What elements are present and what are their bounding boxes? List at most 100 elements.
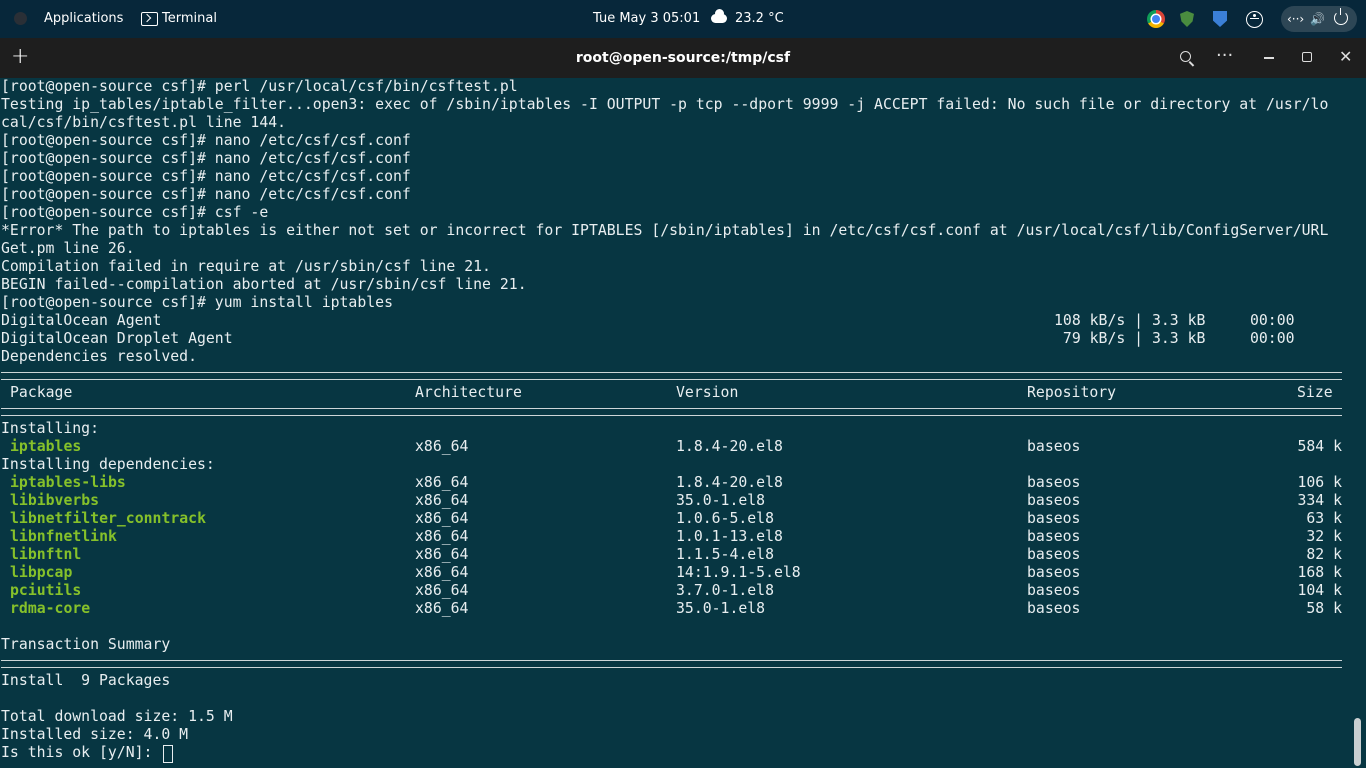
minimize-icon[interactable] [1264, 57, 1274, 59]
search-icon[interactable] [1180, 51, 1191, 62]
output-line: Testing ip_tables/iptable_filter...open3… [1, 96, 1329, 113]
package-name: libnftnl [10, 546, 82, 563]
output-line: *Error* The path to iptables is either n… [1, 222, 1329, 239]
package-name: iptables-libs [10, 474, 126, 491]
output-line: [root@open-source csf]# yum install ipta… [1, 294, 393, 311]
package-size: 82 k [1306, 546, 1342, 563]
package-size: 32 k [1306, 528, 1342, 545]
package-arch: x86_64 [415, 546, 469, 563]
output-line: [root@open-source csf]# perl /usr/local/… [1, 78, 518, 95]
package-name: iptables [10, 438, 82, 455]
package-version: 1.8.4-20.el8 [676, 438, 783, 455]
total-download-size: Total download size: 1.5 M [1, 708, 233, 725]
top-bar: Applications Terminal Tue May 3 05:01 23… [0, 0, 1366, 38]
power-icon [1334, 8, 1348, 25]
applications-menu[interactable]: Applications [44, 0, 123, 38]
password-manager-icon[interactable] [1213, 11, 1227, 27]
menu-icon[interactable]: ··· [1216, 46, 1233, 66]
package-version: 14:1.9.1-5.el8 [676, 564, 801, 581]
package-size: 63 k [1306, 510, 1342, 527]
package-version: 35.0-1.el8 [676, 600, 766, 617]
package-repo: baseos [1027, 438, 1081, 455]
weather-temperature[interactable]: 23.2 °C [735, 0, 784, 38]
package-name: rdma-core [10, 600, 91, 617]
package-version: 1.1.5-4.el8 [676, 546, 774, 563]
package-size: 584 k [1297, 438, 1342, 455]
package-arch: x86_64 [415, 564, 469, 581]
package-size: 334 k [1297, 492, 1342, 509]
separator [0, 654, 1352, 672]
accessibility-icon[interactable] [1246, 11, 1263, 28]
chrome-icon[interactable] [1147, 10, 1165, 28]
output-line: [root@open-source csf]# nano /etc/csf/cs… [1, 186, 411, 203]
package-size: 168 k [1297, 564, 1342, 581]
clock[interactable]: Tue May 3 05:01 [593, 0, 700, 38]
weather-cloud-icon [711, 9, 727, 23]
package-arch: x86_64 [415, 600, 469, 617]
output-line: BEGIN failed--compilation aborted at /us… [1, 276, 527, 293]
install-count: Install 9 Packages [1, 672, 171, 689]
separator [0, 366, 1352, 384]
package-name: libibverbs [10, 492, 100, 509]
output-line: [root@open-source csf]# nano /etc/csf/cs… [1, 168, 411, 185]
package-arch: x86_64 [415, 438, 469, 455]
output-line: cal/csf/bin/csftest.pl line 144. [1, 114, 287, 131]
installed-size: Installed size: 4.0 M [1, 726, 189, 743]
package-name: libpcap [10, 564, 73, 581]
repo-stats: 79 kB/s | 3.3 kB 00:00 [1054, 330, 1295, 347]
system-menu[interactable]: ‹··› 🔊 [1281, 6, 1357, 32]
network-icon: ‹··› [1287, 12, 1305, 26]
package-arch: x86_64 [415, 582, 469, 599]
text-cursor[interactable] [163, 745, 173, 763]
col-header-arch: Architecture [415, 384, 522, 401]
package-repo: baseos [1027, 546, 1081, 563]
repo-name: DigitalOcean Agent [1, 312, 162, 329]
package-arch: x86_64 [415, 510, 469, 527]
shield-icon[interactable] [1180, 11, 1194, 27]
output-line: [root@open-source csf]# nano /etc/csf/cs… [1, 150, 411, 167]
scrollbar-thumb[interactable] [1354, 718, 1361, 766]
transaction-summary: Transaction Summary [1, 636, 171, 653]
package-repo: baseos [1027, 510, 1081, 527]
package-size: 104 k [1297, 582, 1342, 599]
package-arch: x86_64 [415, 528, 469, 545]
deps-resolved: Dependencies resolved. [1, 348, 197, 365]
installing-label: Installing: [1, 420, 99, 437]
separator [0, 402, 1352, 420]
package-repo: baseos [1027, 582, 1081, 599]
repo-name: DigitalOcean Droplet Agent [1, 330, 233, 347]
package-version: 1.8.4-20.el8 [676, 474, 783, 491]
repo-stats: 108 kB/s | 3.3 kB 00:00 [1054, 312, 1295, 329]
package-version: 35.0-1.el8 [676, 492, 766, 509]
package-version: 1.0.6-5.el8 [676, 510, 774, 527]
package-name: libnfnetlink [10, 528, 117, 545]
close-icon[interactable]: ✕ [1339, 47, 1352, 67]
package-arch: x86_64 [415, 474, 469, 491]
output-line: [root@open-source csf]# nano /etc/csf/cs… [1, 132, 411, 149]
package-name: libnetfilter_conntrack [10, 510, 206, 527]
terminal-app-menu[interactable]: Terminal [162, 0, 217, 38]
deps-label: Installing dependencies: [1, 456, 215, 473]
col-header-repo: Repository [1027, 384, 1117, 401]
confirm-prompt: Is this ok [y/N]: [1, 744, 162, 761]
terminal-icon [141, 12, 158, 26]
terminal-headerbar: + root@open-source:/tmp/csf ··· ✕ [0, 38, 1366, 78]
activities-icon[interactable] [14, 12, 27, 25]
col-header-size: Size [1297, 384, 1333, 401]
package-size: 106 k [1297, 474, 1342, 491]
volume-icon: 🔊 [1310, 12, 1325, 26]
package-name: pciutils [10, 582, 82, 599]
window-title: root@open-source:/tmp/csf [575, 50, 791, 66]
output-line: [root@open-source csf]# csf -e [1, 204, 269, 221]
terminal-output[interactable]: [root@open-source csf]# perl /usr/local/… [0, 78, 1352, 768]
col-header-package: Package [10, 384, 73, 401]
package-size: 58 k [1306, 600, 1342, 617]
maximize-icon[interactable] [1302, 52, 1312, 62]
package-arch: x86_64 [415, 492, 469, 509]
package-repo: baseos [1027, 564, 1081, 581]
package-version: 1.0.1-13.el8 [676, 528, 783, 545]
package-repo: baseos [1027, 600, 1081, 617]
col-header-version: Version [676, 384, 739, 401]
package-version: 3.7.0-1.el8 [676, 582, 774, 599]
output-line: Get.pm line 26. [1, 240, 135, 257]
